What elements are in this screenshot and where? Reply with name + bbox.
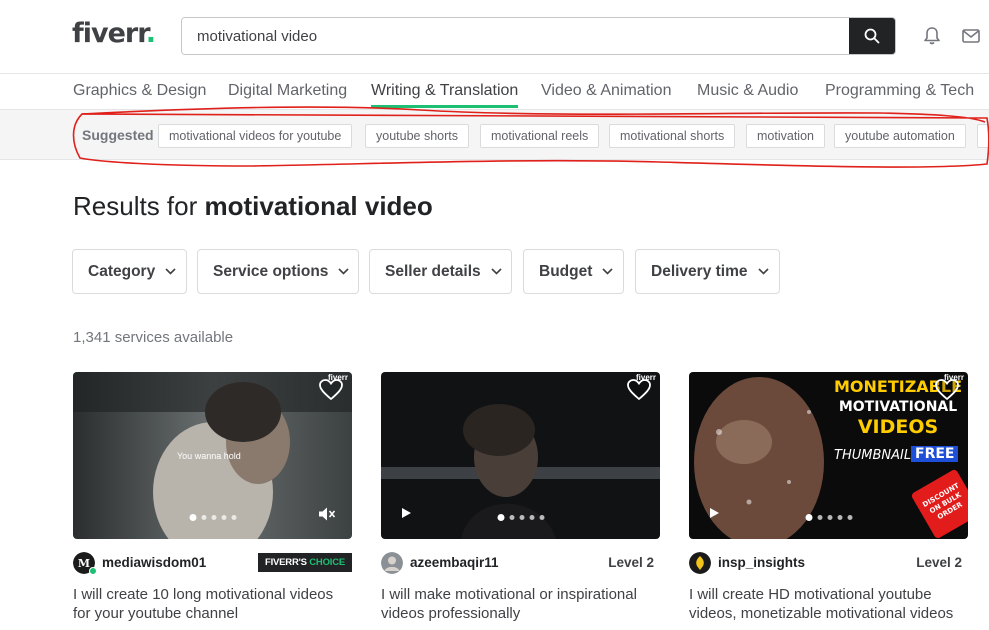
seller-level: Level 2: [608, 555, 654, 570]
heart-icon[interactable]: [626, 378, 652, 402]
category-music-audio[interactable]: Music & Audio: [697, 82, 798, 100]
video-caption: You wanna hold: [177, 451, 241, 461]
search-bar: [181, 17, 896, 55]
gig-title[interactable]: I will create 10 long motivational video…: [73, 585, 352, 623]
suggested-label: Suggested: [82, 127, 154, 143]
filter-service-options[interactable]: Service options: [197, 249, 359, 294]
search-icon: [864, 28, 880, 44]
chevron-down-icon: [491, 268, 502, 275]
seller-name[interactable]: mediawisdom01: [102, 555, 206, 570]
search-input[interactable]: [182, 18, 850, 54]
svg-text:M: M: [78, 557, 90, 570]
play-icon[interactable]: [708, 507, 720, 519]
suggested-tag[interactable]: l: [977, 124, 989, 148]
chevron-down-icon: [338, 268, 350, 275]
suggested-tag[interactable]: youtube automation: [834, 124, 966, 148]
seller-info: M mediawisdom01 FIVERR'S CHOICE: [73, 552, 352, 575]
gig-card[interactable]: fiverr azeembaqir11 Level 2 I will make …: [381, 372, 660, 622]
seller-info: insp_insights Level 2: [689, 552, 968, 574]
filter-budget[interactable]: Budget: [523, 249, 624, 294]
seller-name[interactable]: azeembaqir11: [410, 555, 499, 570]
gig-title[interactable]: I will make motivational or inspirationa…: [381, 585, 660, 623]
results-heading: Results for motivational video: [73, 191, 433, 221]
heart-icon[interactable]: [318, 378, 344, 402]
seller-info: azeembaqir11 Level 2: [381, 552, 660, 574]
heart-icon[interactable]: [934, 378, 960, 402]
online-indicator: [89, 567, 97, 575]
carousel-dots[interactable]: [497, 514, 544, 521]
suggested-tag[interactable]: motivation: [746, 124, 825, 148]
gig-thumbnail[interactable]: fiverr: [381, 372, 660, 539]
carousel-dots[interactable]: [805, 514, 852, 521]
category-writing-translation[interactable]: Writing & Translation: [371, 82, 519, 108]
avatar[interactable]: [689, 552, 711, 574]
gig-thumbnail[interactable]: You wanna hold fiverr: [73, 372, 352, 539]
services-count: 1,341 services available: [73, 329, 234, 346]
filter-category[interactable]: Category: [72, 249, 187, 294]
suggested-bar: Suggested motivational videos for youtub…: [0, 110, 989, 160]
gig-thumbnail[interactable]: MONETIZABLE MOTIVATIONAL VIDEOS THUMBNAI…: [689, 372, 968, 539]
fiverr-logo[interactable]: fiverr.: [72, 18, 156, 49]
gig-title[interactable]: I will create HD motivational youtube vi…: [689, 585, 968, 623]
bell-icon[interactable]: [922, 26, 942, 46]
mute-icon[interactable]: [318, 506, 336, 522]
category-video-animation[interactable]: Video & Animation: [541, 82, 671, 100]
suggested-tag[interactable]: motivational shorts: [609, 124, 736, 148]
category-programming-tech[interactable]: Programming & Tech: [825, 82, 974, 100]
filter-seller-details[interactable]: Seller details: [369, 249, 512, 294]
suggested-tag[interactable]: youtube shorts: [365, 124, 469, 148]
avatar[interactable]: [381, 552, 403, 574]
discount-badge: DISCOUNT ON BULK ORDER: [910, 468, 968, 539]
gig-card[interactable]: MONETIZABLE MOTIVATIONAL VIDEOS THUMBNAI…: [689, 372, 968, 622]
seller-name[interactable]: insp_insights: [718, 555, 805, 570]
gig-card[interactable]: You wanna hold fiverr M mediawisdom01 FI…: [73, 372, 352, 622]
suggested-tag[interactable]: motivational reels: [480, 124, 600, 148]
chevron-down-icon: [165, 268, 176, 275]
filter-delivery-time[interactable]: Delivery time: [635, 249, 780, 294]
category-digital-marketing[interactable]: Digital Marketing: [228, 82, 347, 100]
suggested-tag[interactable]: motivational videos for youtube: [158, 124, 353, 148]
play-icon[interactable]: [400, 507, 412, 519]
top-header: fiverr.: [0, 0, 989, 74]
seller-level: Level 2: [916, 555, 962, 570]
search-button[interactable]: [849, 18, 895, 54]
chevron-down-icon: [757, 268, 769, 275]
carousel-dots[interactable]: [189, 514, 236, 521]
category-nav: Graphics & Design Digital Marketing Writ…: [0, 74, 989, 110]
fiverrs-choice-badge: FIVERR'S CHOICE: [257, 553, 352, 572]
category-graphics-design[interactable]: Graphics & Design: [73, 82, 206, 100]
mail-icon[interactable]: [961, 26, 981, 46]
chevron-down-icon: [602, 268, 613, 275]
